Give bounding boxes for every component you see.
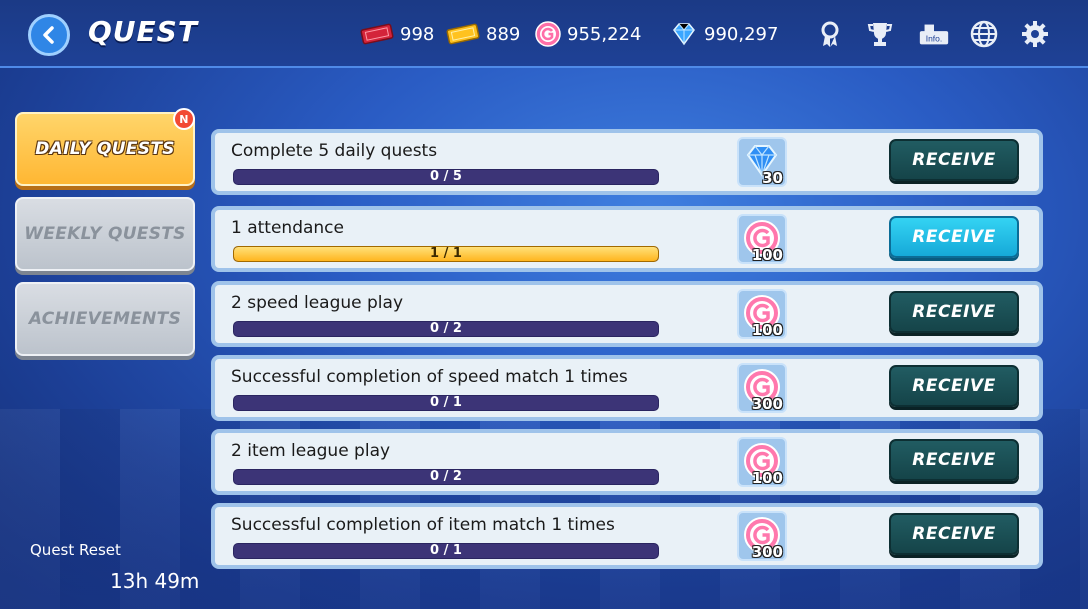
tab-daily-quests[interactable]: DAILY QUESTS N — [15, 108, 195, 186]
quest-reward: 100 — [737, 289, 787, 339]
receive-button[interactable]: RECEIVE — [889, 216, 1019, 258]
currency-value: 990,297 — [704, 23, 779, 45]
quest-progress-text: 0 / 2 — [430, 469, 462, 484]
quest-reset-label: Quest Reset — [30, 541, 121, 559]
currency-diamond: 990,297 — [670, 20, 778, 48]
tab-label: WEEKLY QUESTS — [24, 224, 186, 244]
quest-title: 2 item league play — [231, 441, 391, 461]
medal-icon[interactable] — [814, 18, 846, 50]
back-button[interactable] — [28, 14, 70, 56]
quest-reward: 100 — [737, 214, 787, 264]
receive-button[interactable]: RECEIVE — [889, 291, 1019, 333]
currency-value: 955,224 — [567, 23, 642, 45]
quest-reward: 30 — [737, 137, 787, 187]
pink-coin-icon — [535, 21, 561, 47]
quest-progress-bar: 0 / 2 — [233, 321, 659, 337]
currency-red-ticket: 998 — [360, 20, 434, 48]
quest-progress-bar: 0 / 2 — [233, 469, 659, 485]
page-title: QUEST — [88, 15, 198, 48]
top-bar: QUEST 998 889 955,224 990,297 Info. — [0, 0, 1088, 68]
reward-amount: 30 — [762, 169, 783, 187]
currency-value: 889 — [486, 23, 521, 45]
chevron-left-icon — [43, 26, 54, 44]
info-icon[interactable]: Info. — [916, 18, 952, 50]
quest-row: Complete 5 daily quests 0 / 5 30 RECEIVE — [211, 129, 1043, 195]
trophy-icon[interactable] — [864, 18, 896, 50]
quest-reward: 100 — [737, 437, 787, 487]
quest-progress-text: 1 / 1 — [430, 246, 462, 261]
quest-title: Successful completion of speed match 1 t… — [231, 367, 628, 387]
quest-row: Successful completion of speed match 1 t… — [211, 355, 1043, 421]
quest-title: 1 attendance — [231, 218, 344, 238]
gold-ticket-icon — [446, 23, 480, 45]
receive-button[interactable]: RECEIVE — [889, 139, 1019, 181]
new-badge: N — [173, 108, 195, 130]
quest-progress-text: 0 / 1 — [430, 543, 462, 558]
reward-amount: 300 — [751, 543, 783, 561]
red-ticket-icon — [360, 23, 394, 45]
quest-progress-text: 0 / 1 — [430, 395, 462, 410]
receive-button[interactable]: RECEIVE — [889, 365, 1019, 407]
gear-icon[interactable] — [1019, 18, 1051, 50]
reward-amount: 100 — [751, 469, 783, 487]
diamond-icon — [670, 22, 698, 46]
quest-progress-bar: 0 / 1 — [233, 395, 659, 411]
tab-weekly-quests[interactable]: WEEKLY QUESTS — [15, 197, 195, 271]
quest-row: 2 item league play 0 / 2 100 RECEIVE — [211, 429, 1043, 495]
quest-row: Successful completion of item match 1 ti… — [211, 503, 1043, 569]
quest-progress-bar: 0 / 1 — [233, 543, 659, 559]
quest-progress-text: 0 / 2 — [430, 321, 462, 336]
quest-reward: 300 — [737, 511, 787, 561]
quest-progress-bar: 0 / 5 — [233, 169, 659, 185]
quest-reset-time: 13h 49m — [110, 569, 200, 593]
quest-progress-bar: 1 / 1 — [233, 246, 659, 262]
receive-button[interactable]: RECEIVE — [889, 513, 1019, 555]
quest-title: Successful completion of item match 1 ti… — [231, 515, 615, 535]
currency-value: 998 — [400, 23, 435, 45]
reward-amount: 100 — [751, 321, 783, 339]
quest-progress-text: 0 / 5 — [430, 169, 462, 184]
quest-title: Complete 5 daily quests — [231, 141, 438, 161]
tab-achievements[interactable]: ACHIEVEMENTS — [15, 282, 195, 356]
reward-amount: 100 — [751, 246, 783, 264]
currency-coin: 955,224 — [535, 20, 641, 48]
globe-icon[interactable] — [968, 18, 1000, 50]
currency-gold-ticket: 889 — [446, 20, 520, 48]
tab-label: DAILY QUESTS — [35, 139, 175, 159]
receive-button[interactable]: RECEIVE — [889, 439, 1019, 481]
tab-label: ACHIEVEMENTS — [28, 309, 182, 329]
reward-amount: 300 — [751, 395, 783, 413]
quest-row: 1 attendance 1 / 1 100 RECEIVE — [211, 206, 1043, 272]
quest-row: 2 speed league play 0 / 2 100 RECEIVE — [211, 281, 1043, 347]
quest-reward: 300 — [737, 363, 787, 413]
info-label: Info. — [926, 34, 943, 44]
quest-title: 2 speed league play — [231, 293, 404, 313]
